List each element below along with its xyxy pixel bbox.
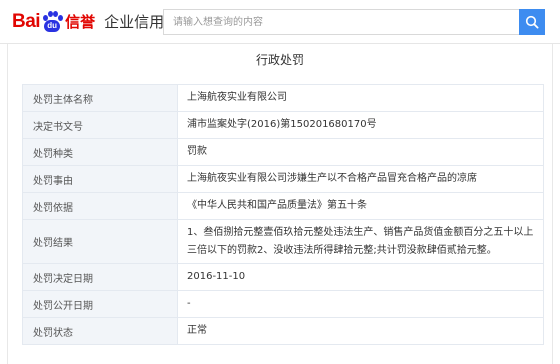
content-border-right — [552, 44, 553, 364]
row-label: 处罚主体名称 — [23, 85, 178, 111]
table-row: 处罚公开日期 - — [23, 291, 544, 318]
row-label: 处罚状态 — [23, 318, 178, 344]
search-icon — [525, 15, 539, 29]
logo-text-du: du — [47, 21, 57, 30]
table-row: 处罚决定日期 2016-11-10 — [23, 264, 544, 291]
row-label: 处罚决定日期 — [23, 264, 178, 290]
row-value: - — [178, 291, 544, 317]
row-value: 罚款 — [178, 139, 544, 165]
row-label: 决定书文号 — [23, 112, 178, 138]
table-row: 处罚结果 1、叁佰捌拾元整壹佰玖拾元整处违法生产、销售产品货值金额百分之五十以上… — [23, 220, 544, 264]
row-value: 1、叁佰捌拾元整壹佰玖拾元整处违法生产、销售产品货值金额百分之五十以上三倍以下的… — [178, 220, 544, 263]
logo-text-bai: Bai — [12, 11, 41, 32]
row-label: 处罚依据 — [23, 193, 178, 219]
row-label: 处罚事由 — [23, 166, 178, 192]
row-value-text: 1、叁佰捌拾元整壹佰玖拾元整处违法生产、销售产品货值金额百分之五十以上三倍以下的… — [187, 226, 534, 256]
row-value: 正常 — [178, 318, 544, 344]
logo-text-xinyu: 信誉 — [65, 13, 96, 31]
row-value: 《中华人民共和国产品质量法》第五十条 — [178, 193, 544, 219]
table-row: 处罚事由 上海航夜实业有限公司涉嫌生产以不合格产品冒充合格产品的凉席 — [23, 166, 544, 193]
penalty-detail-table: 处罚主体名称 上海航夜实业有限公司 决定书文号 浦市监案处字(2016)第150… — [22, 84, 544, 345]
baidu-xinyu-logo[interactable]: Bai du 信誉 企业信用 — [12, 10, 164, 34]
page-title: 行政处罚 — [255, 53, 304, 67]
paw-icon: du — [41, 11, 64, 33]
search-input[interactable] — [163, 9, 519, 35]
table-row: 处罚种类 罚款 — [23, 139, 544, 166]
table-row: 处罚主体名称 上海航夜实业有限公司 — [23, 85, 544, 112]
row-label: 处罚种类 — [23, 139, 178, 165]
content-border-left — [7, 44, 8, 364]
row-label: 处罚结果 — [23, 220, 178, 263]
top-header: Bai du 信誉 企业信用 — [0, 0, 560, 44]
table-row: 处罚状态 正常 — [23, 318, 544, 345]
table-row: 处罚依据 《中华人民共和国产品质量法》第五十条 — [23, 193, 544, 220]
table-row: 决定书文号 浦市监案处字(2016)第150201680170号 — [23, 112, 544, 139]
logo-subtitle: 企业信用 — [104, 13, 165, 31]
row-value: 上海航夜实业有限公司涉嫌生产以不合格产品冒充合格产品的凉席 — [178, 166, 544, 192]
search-button[interactable] — [519, 9, 545, 35]
row-label: 处罚公开日期 — [23, 291, 178, 317]
row-value: 浦市监案处字(2016)第150201680170号 — [178, 112, 544, 138]
row-value: 上海航夜实业有限公司 — [178, 85, 544, 111]
row-value: 2016-11-10 — [178, 264, 544, 290]
